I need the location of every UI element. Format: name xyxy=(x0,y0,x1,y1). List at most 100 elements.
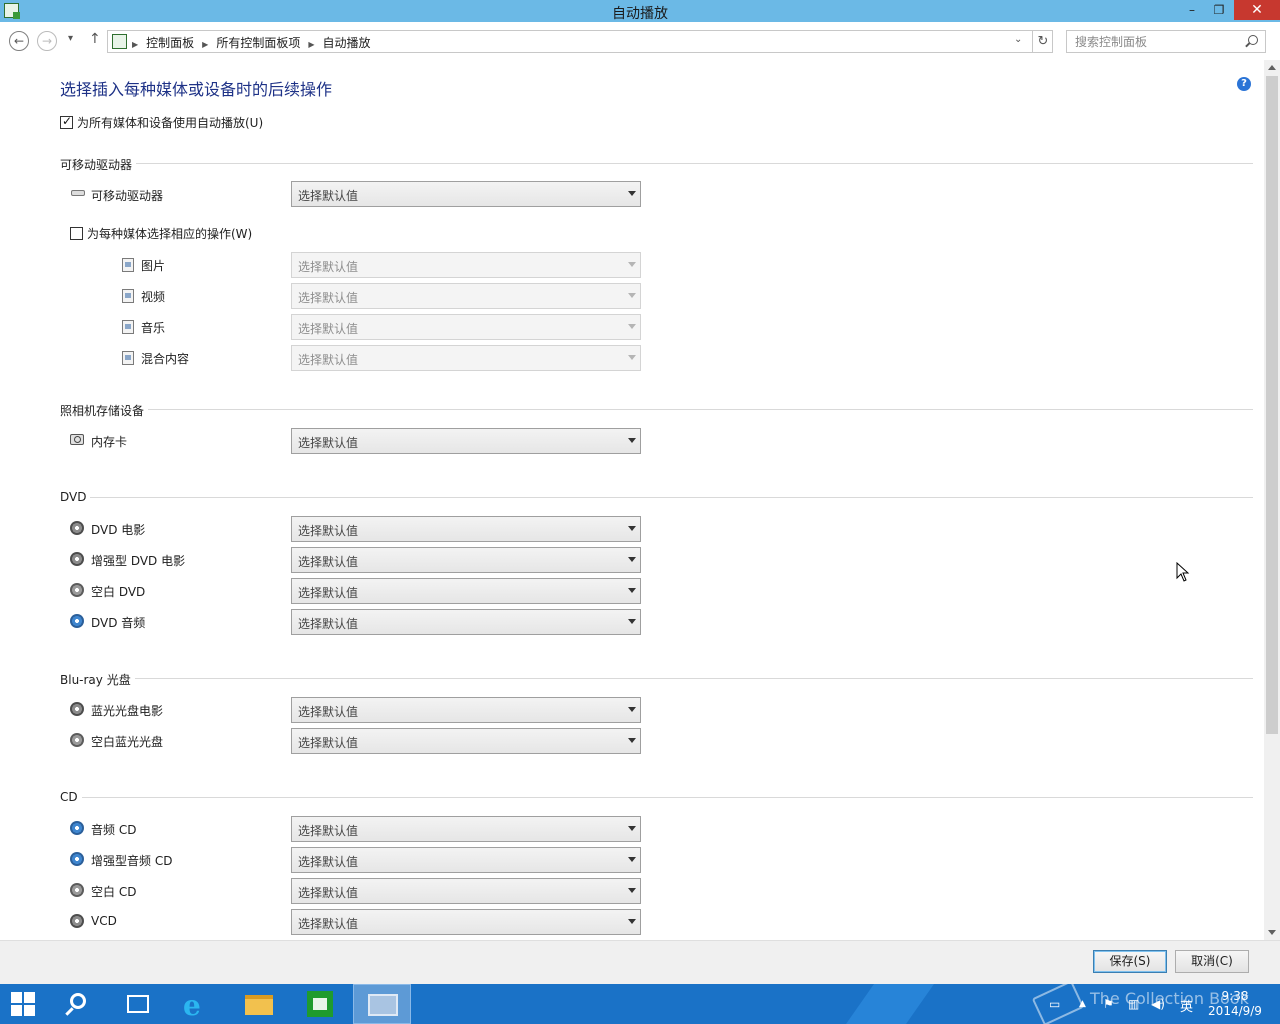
bluray-movie-select[interactable]: 选择默认值 xyxy=(291,697,641,723)
bluray-movie-label: 蓝光光盘电影 xyxy=(91,704,164,718)
window-title: 自动播放 xyxy=(612,6,668,22)
memory-card-select[interactable]: 选择默认值 xyxy=(291,428,641,454)
dropdown-arrow-icon xyxy=(628,262,636,267)
vcd-icon xyxy=(70,914,84,928)
show-hidden-icons-icon[interactable]: ▲ xyxy=(1079,999,1086,1009)
action-center-flag-icon[interactable]: ⚑ xyxy=(1103,997,1114,1011)
keyboard-icon[interactable]: ▭ xyxy=(1049,997,1060,1011)
section-removable-drives: 可移动驱动器 xyxy=(60,156,1253,173)
mixed-content-select[interactable]: 选择默认值 xyxy=(291,345,641,371)
per-media-checkbox[interactable] xyxy=(70,227,83,240)
breadcrumb-autoplay[interactable]: 自动播放 xyxy=(323,34,371,51)
blank-dvd-select[interactable]: 选择默认值 xyxy=(291,578,641,604)
restore-button[interactable]: ❐ xyxy=(1207,0,1231,20)
breadcrumb-separator[interactable]: ▶ xyxy=(308,40,314,49)
dropdown-arrow-icon xyxy=(628,619,636,624)
breadcrumb-separator[interactable]: ▶ xyxy=(132,40,138,49)
use-autoplay-label[interactable]: 为所有媒体和设备使用自动播放(U) xyxy=(77,114,263,131)
section-divider xyxy=(60,163,1253,164)
dvd-movie-select[interactable]: 选择默认值 xyxy=(291,516,641,542)
breadcrumb-all-items[interactable]: 所有控制面板项 xyxy=(216,34,300,51)
blank-dvd-icon xyxy=(70,583,84,597)
taskbar-control-panel[interactable] xyxy=(353,984,411,1024)
dropdown-arrow-icon xyxy=(628,438,636,443)
recent-locations-button[interactable]: ▾ xyxy=(68,33,73,44)
up-button[interactable]: ↑ xyxy=(89,31,101,47)
section-divider xyxy=(60,797,1253,798)
music-select[interactable]: 选择默认值 xyxy=(291,314,641,340)
section-dvd: DVD xyxy=(60,490,1253,504)
breadcrumb: ▶ 控制面板 ▶ 所有控制面板项 ▶ 自动播放 xyxy=(132,34,371,51)
network-icon[interactable]: ▥ xyxy=(1128,997,1139,1011)
blank-cd-icon xyxy=(70,883,84,897)
address-history-dropdown[interactable]: ⌄ xyxy=(1014,34,1022,45)
search-icon[interactable] xyxy=(1248,35,1258,45)
input-method-indicator[interactable]: 英 xyxy=(1180,996,1193,1015)
taskbar-internet-explorer[interactable]: e xyxy=(168,984,226,1024)
task-view-icon xyxy=(127,995,149,1013)
back-button[interactable]: ← xyxy=(9,31,29,51)
mixed-content-icon xyxy=(122,351,134,365)
save-button[interactable]: 保存(S) xyxy=(1093,950,1167,973)
task-view-button[interactable] xyxy=(110,984,168,1024)
scroll-down-arrow-icon[interactable] xyxy=(1268,930,1276,935)
select-value: 选择默认值 xyxy=(298,855,359,869)
enhanced-dvd-icon xyxy=(70,552,84,566)
address-bar[interactable]: ▶ 控制面板 ▶ 所有控制面板项 ▶ 自动播放 ⌄ ↻ xyxy=(107,30,1053,53)
audio-cd-label: 音频 CD xyxy=(91,823,137,837)
dropdown-arrow-icon xyxy=(628,526,636,531)
blank-bluray-select[interactable]: 选择默认值 xyxy=(291,728,641,754)
enhanced-dvd-label: 增强型 DVD 电影 xyxy=(91,554,186,568)
minimize-button[interactable]: – xyxy=(1180,0,1204,20)
select-value: 选择默认值 xyxy=(298,524,359,538)
use-autoplay-option[interactable]: 为所有媒体和设备使用自动播放(U) xyxy=(60,114,263,131)
file-explorer-icon xyxy=(245,995,273,1015)
vertical-scrollbar[interactable] xyxy=(1264,60,1280,940)
help-icon[interactable]: ? xyxy=(1237,77,1251,91)
memory-card-label: 内存卡 xyxy=(91,435,128,449)
select-value: 选择默认值 xyxy=(298,824,359,838)
select-value: 选择默认值 xyxy=(298,291,359,305)
cancel-button[interactable]: 取消(C) xyxy=(1175,950,1249,973)
scroll-up-arrow-icon[interactable] xyxy=(1268,65,1276,70)
blank-cd-select[interactable]: 选择默认值 xyxy=(291,878,641,904)
refresh-button[interactable]: ↻ xyxy=(1032,31,1053,52)
select-value: 选择默认值 xyxy=(298,322,359,336)
scrollbar-thumb[interactable] xyxy=(1266,76,1278,734)
dropdown-arrow-icon xyxy=(628,324,636,329)
blank-bluray-label: 空白蓝光光盘 xyxy=(91,735,164,749)
per-media-option[interactable]: 为每种媒体选择相应的操作(W) xyxy=(70,225,252,242)
taskbar-file-explorer[interactable] xyxy=(229,984,287,1024)
taskbar-search-button[interactable] xyxy=(50,984,108,1024)
pictures-select[interactable]: 选择默认值 xyxy=(291,252,641,278)
select-value: 选择默认值 xyxy=(298,436,359,450)
removable-drive-select[interactable]: 选择默认值 xyxy=(291,181,641,207)
videos-label: 视频 xyxy=(141,290,166,304)
taskbar-store[interactable] xyxy=(290,984,348,1024)
section-label: Blu-ray 光盘 xyxy=(60,671,135,688)
breadcrumb-control-panel[interactable]: 控制面板 xyxy=(146,34,194,51)
per-media-label[interactable]: 为每种媒体选择相应的操作(W) xyxy=(87,225,252,242)
dvd-audio-select[interactable]: 选择默认值 xyxy=(291,609,641,635)
enhanced-dvd-select[interactable]: 选择默认值 xyxy=(291,547,641,573)
use-autoplay-checkbox[interactable] xyxy=(60,114,73,129)
volume-icon[interactable]: ◀) xyxy=(1151,997,1165,1011)
search-box[interactable] xyxy=(1066,30,1266,53)
vcd-label: VCD xyxy=(91,914,117,928)
clock[interactable]: 9:38 2014/9/9 xyxy=(1204,989,1266,1019)
dropdown-arrow-icon xyxy=(628,707,636,712)
forward-button[interactable]: → xyxy=(37,31,57,51)
close-button[interactable]: ✕ xyxy=(1234,0,1280,20)
videos-select[interactable]: 选择默认值 xyxy=(291,283,641,309)
windows-logo-icon xyxy=(11,992,37,1016)
select-value: 选择默认值 xyxy=(298,260,359,274)
breadcrumb-separator[interactable]: ▶ xyxy=(202,40,208,49)
audio-cd-select[interactable]: 选择默认值 xyxy=(291,816,641,842)
enhanced-audio-cd-select[interactable]: 选择默认值 xyxy=(291,847,641,873)
vcd-select[interactable]: 选择默认值 xyxy=(291,909,641,935)
search-icon xyxy=(70,993,86,1009)
select-value: 选择默认值 xyxy=(298,917,359,931)
dialog-button-bar: 保存(S) 取消(C) xyxy=(0,940,1280,984)
search-input[interactable] xyxy=(1067,31,1242,52)
select-value: 选择默认值 xyxy=(298,736,359,750)
